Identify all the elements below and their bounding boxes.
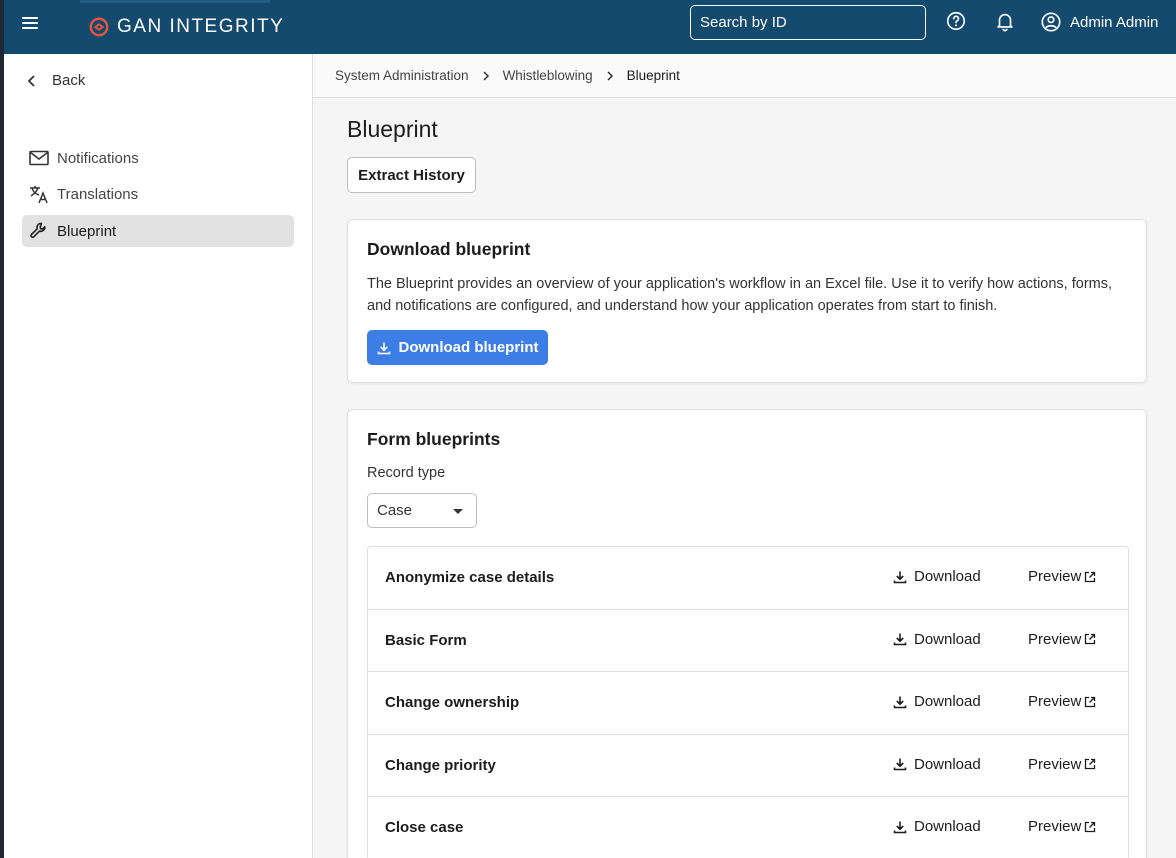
gan-logo-icon xyxy=(89,17,109,37)
back-label: Back xyxy=(52,72,86,89)
preview-link[interactable]: Preview xyxy=(1028,818,1096,835)
preview-link[interactable]: Preview xyxy=(1028,756,1096,773)
download-blueprint-button[interactable]: Download blueprint xyxy=(367,330,548,365)
download-button[interactable]: Download xyxy=(893,631,981,648)
preview-link[interactable]: Preview xyxy=(1028,693,1096,710)
download-label: Download xyxy=(914,755,981,773)
preview-label: Preview xyxy=(1028,755,1082,773)
sidebar-item-blueprint[interactable]: Blueprint xyxy=(22,215,294,247)
main-content: System Administration Whistleblowing Blu… xyxy=(313,54,1176,858)
extract-history-button[interactable]: Extract History xyxy=(347,157,476,193)
wrench-icon xyxy=(28,220,50,242)
preview-link[interactable]: Preview xyxy=(1028,631,1096,648)
download-label: Download xyxy=(914,818,981,835)
download-icon xyxy=(893,696,907,708)
breadcrumb-whistleblowing[interactable]: Whistleblowing xyxy=(503,68,593,83)
sidebar-item-notifications[interactable]: Notifications xyxy=(22,142,294,174)
bell-icon[interactable] xyxy=(994,10,1016,32)
download-button[interactable]: Download xyxy=(893,568,981,585)
chevron-left-icon xyxy=(27,74,35,87)
form-name: Basic Form xyxy=(385,631,467,649)
form-blueprint-list: Anonymize case details Download Preview … xyxy=(367,546,1129,858)
preview-label: Preview xyxy=(1028,693,1082,710)
form-name: Close case xyxy=(385,819,464,836)
sidebar-item-label: Notifications xyxy=(57,149,139,167)
table-row: Change ownership Download Preview xyxy=(368,672,1128,735)
caret-down-icon xyxy=(453,509,463,514)
back-link[interactable]: Back xyxy=(24,72,85,89)
breadcrumb: System Administration Whistleblowing Blu… xyxy=(313,54,1176,98)
download-icon xyxy=(893,758,907,771)
sidebar: Back Notifications Translations Blueprin… xyxy=(4,54,313,858)
preview-link[interactable]: Preview xyxy=(1028,568,1096,585)
top-bar: GAN INTEGRITY Search by ID Admin Admin xyxy=(4,0,1176,54)
table-row: Anonymize case details Download Preview xyxy=(368,547,1128,610)
external-link-icon xyxy=(1085,571,1096,582)
download-label: Download xyxy=(914,693,981,710)
window-edge xyxy=(0,0,4,858)
user-circle-icon xyxy=(1041,12,1061,32)
download-icon xyxy=(893,821,907,833)
card-title: Form blueprints xyxy=(367,429,501,449)
breadcrumb-system-administration[interactable]: System Administration xyxy=(335,68,469,83)
download-icon xyxy=(377,342,390,354)
download-blueprint-label: Download blueprint xyxy=(398,339,539,356)
search-input[interactable]: Search by ID xyxy=(690,5,926,40)
external-link-icon xyxy=(1085,696,1096,707)
table-row: Basic Form Download Preview xyxy=(368,610,1128,672)
sidebar-item-label: Blueprint xyxy=(57,222,117,240)
download-button[interactable]: Download xyxy=(893,693,981,710)
user-name: Admin Admin xyxy=(1070,13,1159,31)
breadcrumb-blueprint: Blueprint xyxy=(626,68,680,83)
user-menu[interactable]: Admin Admin xyxy=(1040,10,1158,34)
sidebar-item-label: Translations xyxy=(57,185,139,203)
brand-accent-bar xyxy=(80,0,270,3)
form-name: Change ownership xyxy=(385,694,520,711)
sidebar-item-translations[interactable]: Translations xyxy=(22,178,294,210)
download-icon xyxy=(893,633,907,646)
preview-label: Preview xyxy=(1028,568,1082,585)
download-blueprint-card: Download blueprint The Blueprint provide… xyxy=(347,219,1147,383)
external-link-icon xyxy=(1085,758,1096,770)
download-button[interactable]: Download xyxy=(893,818,981,835)
translate-icon xyxy=(28,183,50,205)
chevron-right-icon xyxy=(607,70,613,81)
brand-name: GAN INTEGRITY xyxy=(117,16,285,37)
external-link-icon xyxy=(1085,633,1096,645)
card-title: Download blueprint xyxy=(367,239,531,259)
record-type-select[interactable]: Case xyxy=(367,493,477,528)
record-type-label: Record type xyxy=(367,465,446,481)
form-blueprints-card: Form blueprints Record type Case Anonymi… xyxy=(347,409,1147,858)
form-name: Change priority xyxy=(385,756,496,774)
preview-label: Preview xyxy=(1028,630,1082,648)
card-description: The Blueprint provides an overview of yo… xyxy=(367,276,1113,314)
form-name: Anonymize case details xyxy=(385,569,555,586)
download-label: Download xyxy=(914,630,981,648)
chevron-right-icon xyxy=(483,70,489,81)
page-title: Blueprint xyxy=(347,116,438,142)
external-link-icon xyxy=(1085,821,1096,832)
brand-logo[interactable]: GAN INTEGRITY xyxy=(80,0,284,54)
help-circle-icon[interactable] xyxy=(945,10,967,32)
table-row: Change priority Download Preview xyxy=(368,735,1128,797)
preview-label: Preview xyxy=(1028,818,1082,835)
record-type-value: Case xyxy=(377,502,413,519)
mail-icon xyxy=(28,147,50,169)
table-row: Close case Download Preview xyxy=(368,797,1128,858)
download-label: Download xyxy=(914,568,981,585)
download-icon xyxy=(893,571,907,583)
download-button[interactable]: Download xyxy=(893,756,981,773)
hamburger-menu-icon[interactable] xyxy=(20,12,42,34)
